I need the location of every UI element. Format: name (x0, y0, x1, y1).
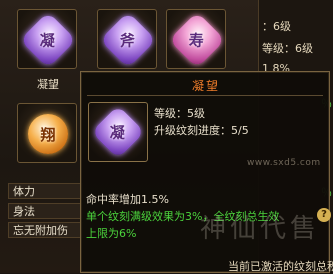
engraving-slot-1[interactable]: 凝 (17, 9, 77, 69)
tooltip-icon-frame: 凝 (88, 102, 148, 162)
engraving-gem-icon: 翔 (28, 114, 68, 154)
engraving-slot-2[interactable]: 斧 (97, 9, 157, 69)
stat-row-extra-damage: 忘无附加伤 (8, 222, 83, 238)
stat-row-agility: 身法 (8, 203, 83, 219)
site-logo: 神仙代售 (200, 214, 321, 244)
stat-row-physique: 体力 (8, 183, 83, 199)
watermark-text: www.sxd5.com (247, 158, 321, 168)
engraving-gem-icon: 斧 (99, 11, 157, 69)
right-level-line-2: 等级：6级 (262, 42, 313, 55)
tooltip-note-line-2: 上限为6% (86, 227, 137, 240)
tooltip-divider (87, 95, 323, 96)
engraving-gem-icon: 凝 (91, 105, 145, 159)
engraving-slot-3[interactable]: 寿 (166, 9, 226, 69)
help-icon[interactable]: ? (317, 208, 331, 222)
engraving-slot-1-label: 凝望 (37, 78, 59, 91)
engraving-gem-icon: 寿 (168, 11, 226, 69)
current-activated-label: 当前已激活的纹刻总积 (228, 260, 333, 273)
tooltip-level: 等级：5级 (154, 107, 205, 120)
tooltip-progress: 升级纹刻进度：5/5 (154, 124, 249, 137)
engraving-slot-4[interactable]: 翔 (17, 103, 77, 163)
right-level-line: ：6级 (262, 20, 291, 33)
tooltip-effect: 命中率增加1.5% (86, 193, 169, 206)
tooltip-title: 凝望 (191, 79, 220, 93)
engraving-gem-icon: 凝 (19, 11, 77, 69)
